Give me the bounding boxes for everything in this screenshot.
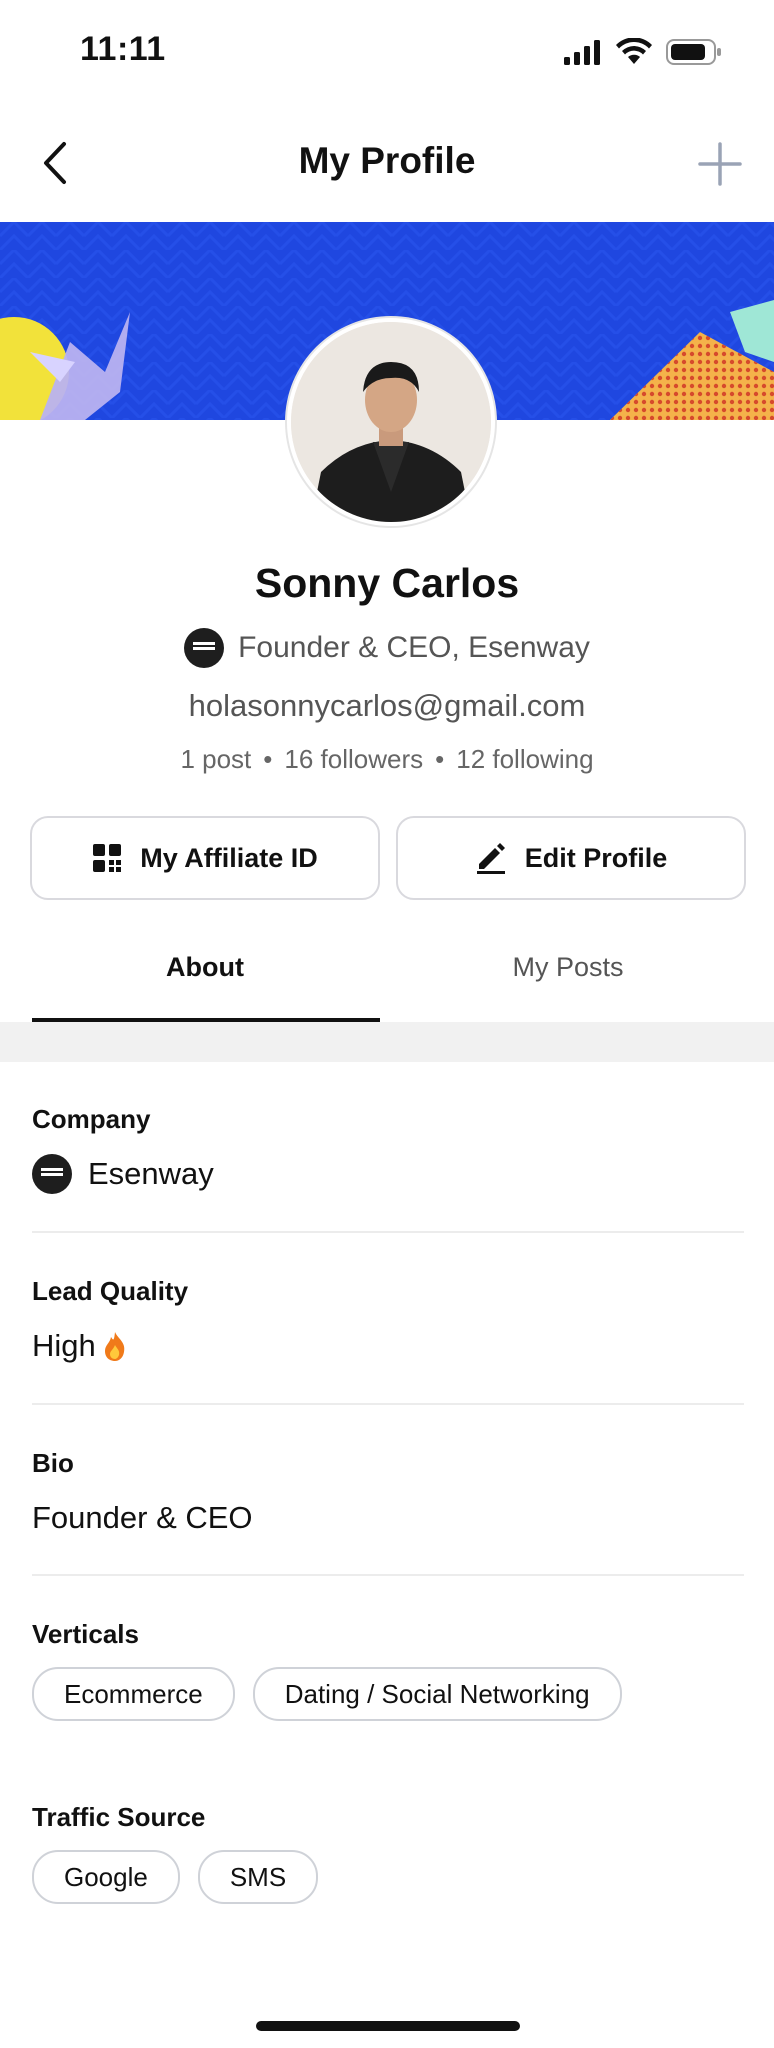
bio-label: Bio bbox=[32, 1448, 74, 1478]
verticals-chips: Ecommerce Dating / Social Networking bbox=[32, 1667, 622, 1721]
battery-icon bbox=[666, 39, 721, 65]
divider bbox=[32, 1231, 744, 1233]
company-logo-icon bbox=[184, 628, 225, 668]
company-row: Esenway bbox=[32, 1154, 214, 1194]
tab-about[interactable]: About bbox=[15, 952, 395, 983]
posts-count[interactable]: 1 post bbox=[180, 744, 251, 775]
page-title: My Profile bbox=[298, 140, 476, 181]
lead-quality-label: Lead Quality bbox=[32, 1276, 189, 1306]
followers-count[interactable]: 16 followers bbox=[284, 744, 423, 775]
traffic-source-chip[interactable]: SMS bbox=[197, 1850, 319, 1904]
separator-dot: • bbox=[435, 744, 445, 774]
traffic-source-chips: Google SMS bbox=[32, 1850, 319, 1904]
profile-role-row: Founder & CEO, Esenway bbox=[0, 628, 774, 668]
profile-role: Founder & CEO, Esenway bbox=[238, 631, 590, 664]
verticals-label: Verticals bbox=[32, 1619, 139, 1649]
avatar[interactable] bbox=[287, 318, 495, 526]
affiliate-id-button[interactable]: My Affiliate ID bbox=[30, 816, 380, 900]
avatar-photo bbox=[291, 322, 491, 522]
tab-my-posts[interactable]: My Posts bbox=[378, 952, 758, 983]
divider bbox=[32, 1574, 744, 1576]
status-icons bbox=[564, 38, 722, 66]
lead-quality-row: High bbox=[32, 1328, 128, 1364]
affiliate-id-label: My Affiliate ID bbox=[140, 842, 318, 873]
vertical-chip[interactable]: Dating / Social Networking bbox=[252, 1667, 622, 1721]
separator-dot: • bbox=[263, 744, 273, 774]
following-count[interactable]: 12 following bbox=[456, 744, 593, 775]
company-value: Esenway bbox=[88, 1156, 214, 1191]
fire-icon bbox=[104, 1332, 125, 1361]
divider bbox=[32, 1403, 744, 1405]
profile-name: Sonny Carlos bbox=[254, 560, 520, 606]
vertical-chip[interactable]: Ecommerce bbox=[32, 1667, 235, 1721]
status-time: 11:11 bbox=[80, 30, 166, 68]
pencil-icon bbox=[476, 843, 505, 874]
edit-profile-button[interactable]: Edit Profile bbox=[396, 816, 746, 900]
traffic-source-chip[interactable]: Google bbox=[32, 1850, 180, 1904]
bio-value: Founder & CEO bbox=[32, 1500, 253, 1535]
edit-profile-label: Edit Profile bbox=[524, 842, 668, 873]
traffic-source-label: Traffic Source bbox=[32, 1802, 206, 1832]
profile-stats: 1 post • 16 followers • 12 following bbox=[0, 744, 774, 775]
section-separator bbox=[0, 1022, 774, 1062]
company-logo-icon bbox=[32, 1154, 72, 1194]
signal-icon bbox=[564, 40, 600, 65]
qr-code-icon bbox=[93, 844, 122, 872]
home-indicator[interactable] bbox=[256, 2021, 520, 2031]
lead-quality-value: High bbox=[32, 1328, 96, 1363]
wifi-icon bbox=[616, 38, 652, 64]
plus-icon[interactable] bbox=[696, 140, 744, 188]
company-label: Company bbox=[32, 1104, 151, 1134]
profile-email: holasonnycarlos@gmail.com bbox=[188, 688, 586, 723]
